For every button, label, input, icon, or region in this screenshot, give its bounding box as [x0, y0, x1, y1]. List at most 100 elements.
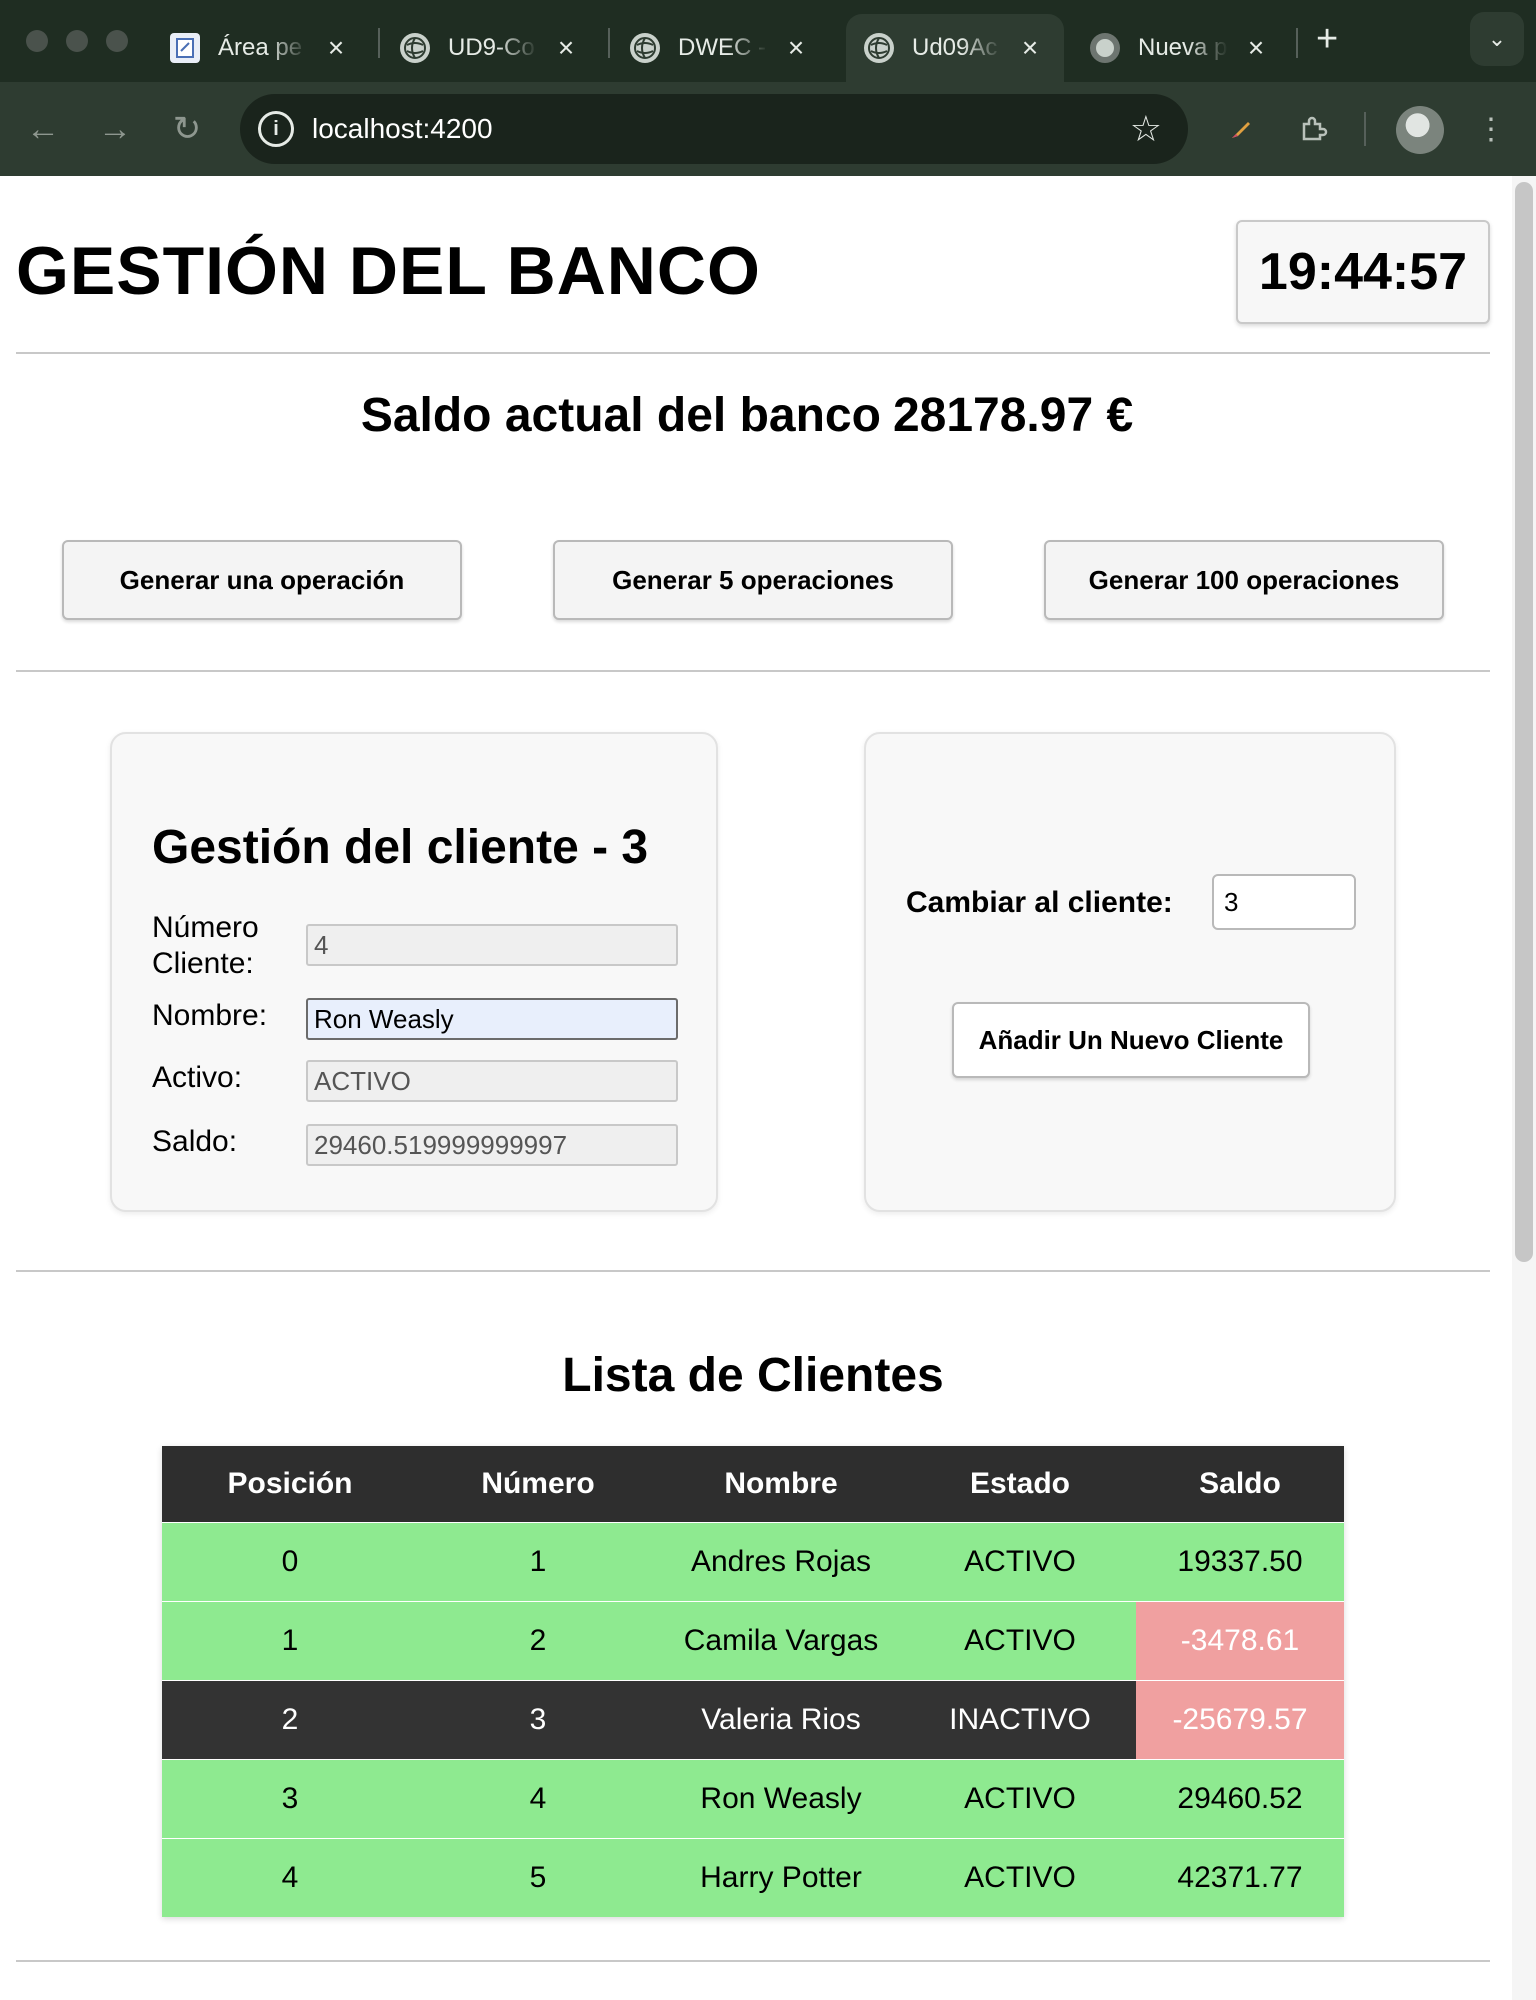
- reload-icon[interactable]: ↻: [164, 106, 210, 152]
- document-icon: [170, 33, 200, 63]
- cell-numero: 3: [418, 1679, 658, 1759]
- bank-balance: Saldo actual del banco 28178.97 €: [0, 388, 1506, 443]
- cell-nombre: Ron Weasly: [658, 1758, 904, 1838]
- client-card-title: Gestión del cliente - 3: [152, 821, 649, 874]
- clock-display: 19:44:57: [1236, 220, 1490, 324]
- table-row: 2 3 Valeria Rios INACTIVO -25679.57: [162, 1679, 1344, 1759]
- table-row: 0 1 Andres Rojas ACTIVO 19337.50: [162, 1521, 1344, 1601]
- column-header-saldo: Saldo: [1136, 1446, 1344, 1522]
- cell-posicion: 4: [162, 1837, 418, 1917]
- tab-separator: [1296, 28, 1298, 58]
- cell-saldo: 42371.77: [1136, 1837, 1344, 1917]
- back-arrow-icon[interactable]: ←: [20, 106, 66, 152]
- scrollbar-thumb[interactable]: [1515, 182, 1533, 1262]
- address-url[interactable]: localhost:4200: [312, 113, 493, 145]
- browser-tab-strip: Área pe × UD9-Co × DWEC - × Ud09Ac × Nue…: [0, 0, 1536, 82]
- page-title: GESTIÓN DEL BANCO: [16, 233, 761, 309]
- cell-posicion: 3: [162, 1758, 418, 1838]
- generate-five-operations-button[interactable]: Generar 5 operaciones: [553, 540, 953, 620]
- table-row: 3 4 Ron Weasly ACTIVO 29460.52: [162, 1758, 1344, 1838]
- tab-title: Ud09Ac: [912, 34, 998, 61]
- browser-tab-1[interactable]: Área pe ×: [152, 14, 366, 82]
- browser-tab-4-active[interactable]: Ud09Ac ×: [846, 14, 1064, 82]
- cell-estado: INACTIVO: [904, 1679, 1136, 1759]
- divider: [16, 1960, 1490, 1962]
- cell-nombre: Harry Potter: [658, 1837, 904, 1917]
- extensions-puzzle-icon[interactable]: [1292, 108, 1334, 150]
- globe-icon: [400, 33, 430, 63]
- tab-separator: [378, 28, 380, 58]
- cell-estado: ACTIVO: [904, 1837, 1136, 1917]
- column-header-numero: Número: [418, 1446, 658, 1522]
- client-management-card: Gestión del cliente - 3 Número Cliente: …: [110, 732, 718, 1212]
- tab-close-icon[interactable]: ×: [1244, 32, 1268, 64]
- tab-close-icon[interactable]: ×: [1018, 32, 1042, 64]
- tab-close-icon[interactable]: ×: [784, 32, 808, 64]
- generate-hundred-operations-button[interactable]: Generar 100 operaciones: [1044, 540, 1444, 620]
- globe-icon: [864, 33, 894, 63]
- cell-numero: 4: [418, 1758, 658, 1838]
- table-header-row: Posición Número Nombre Estado Saldo: [162, 1446, 1344, 1522]
- saldo-label: Saldo:: [152, 1125, 238, 1158]
- address-bar[interactable]: i localhost:4200 ☆: [240, 94, 1188, 164]
- scrollbar[interactable]: [1512, 176, 1536, 2000]
- bank-balance-amount: 28178.97 €: [892, 389, 1134, 442]
- browser-tab-2[interactable]: UD9-Co ×: [382, 14, 596, 82]
- tab-close-icon[interactable]: ×: [554, 32, 578, 64]
- saldo-field[interactable]: 29460.519999999997: [306, 1124, 678, 1166]
- browser-tab-3[interactable]: DWEC - ×: [612, 14, 826, 82]
- divider: [16, 670, 1490, 672]
- cell-nombre: Andres Rojas: [658, 1521, 904, 1601]
- cell-estado: ACTIVO: [904, 1600, 1136, 1680]
- numero-cliente-field[interactable]: 4: [306, 924, 678, 966]
- column-header-nombre: Nombre: [658, 1446, 904, 1522]
- divider: [16, 352, 1490, 354]
- globe-icon: [630, 33, 660, 63]
- nombre-field[interactable]: Ron Weasly: [306, 998, 678, 1040]
- bookmark-star-icon[interactable]: ☆: [1130, 108, 1162, 150]
- cell-posicion: 1: [162, 1600, 418, 1680]
- client-list-title: Lista de Clientes: [562, 1349, 944, 1402]
- pen-extension-icon[interactable]: [1220, 108, 1262, 150]
- table-row: 4 5 Harry Potter ACTIVO 42371.77: [162, 1837, 1344, 1917]
- cell-nombre: Camila Vargas: [658, 1600, 904, 1680]
- change-client-input[interactable]: 3: [1212, 874, 1356, 930]
- window-close-dot[interactable]: [26, 30, 48, 52]
- bank-balance-label: Saldo actual del banco: [360, 389, 881, 442]
- generate-one-operation-button[interactable]: Generar una operación: [62, 540, 462, 620]
- cell-saldo: 19337.50: [1136, 1521, 1344, 1601]
- cell-estado: ACTIVO: [904, 1758, 1136, 1838]
- change-client-label: Cambiar al cliente:: [906, 886, 1173, 919]
- browser-tab-5[interactable]: Nueva p ×: [1072, 14, 1286, 82]
- cell-posicion: 2: [162, 1679, 418, 1759]
- table-row: 1 2 Camila Vargas ACTIVO -3478.61: [162, 1600, 1344, 1680]
- column-header-estado: Estado: [904, 1446, 1136, 1522]
- browser-toolbar: ← → ↻ i localhost:4200 ☆ ⋮: [0, 82, 1536, 176]
- add-new-client-button[interactable]: Añadir Un Nuevo Cliente: [952, 1002, 1310, 1078]
- kebab-menu-icon[interactable]: ⋮: [1470, 108, 1512, 150]
- tab-search-chevron-icon[interactable]: ⌄: [1470, 12, 1524, 66]
- nombre-label: Nombre:: [152, 999, 268, 1032]
- page-content: GESTIÓN DEL BANCO 19:44:57 Saldo actual …: [0, 176, 1536, 2000]
- new-tab-plus-icon[interactable]: +: [1316, 18, 1338, 61]
- tab-title: DWEC -: [678, 34, 766, 61]
- tab-title: Nueva p: [1138, 34, 1228, 61]
- cell-saldo: -3478.61: [1136, 1600, 1344, 1680]
- profile-avatar[interactable]: [1396, 106, 1444, 154]
- tab-title: UD9-Co: [448, 34, 535, 61]
- cell-saldo: -25679.57: [1136, 1679, 1344, 1759]
- switch-client-card: Cambiar al cliente: 3 Añadir Un Nuevo Cl…: [864, 732, 1396, 1212]
- cell-saldo: 29460.52: [1136, 1758, 1344, 1838]
- cell-nombre: Valeria Rios: [658, 1679, 904, 1759]
- cell-numero: 2: [418, 1600, 658, 1680]
- site-info-icon[interactable]: i: [258, 111, 294, 147]
- tab-title: Área pe: [218, 34, 303, 61]
- activo-field[interactable]: ACTIVO: [306, 1060, 678, 1102]
- numero-cliente-label: Número Cliente:: [152, 911, 259, 980]
- toolbar-separator: [1364, 112, 1366, 146]
- tab-close-icon[interactable]: ×: [324, 32, 348, 64]
- forward-arrow-icon[interactable]: →: [92, 106, 138, 152]
- window-zoom-dot[interactable]: [106, 30, 128, 52]
- window-minimize-dot[interactable]: [66, 30, 88, 52]
- column-header-posicion: Posición: [162, 1446, 418, 1522]
